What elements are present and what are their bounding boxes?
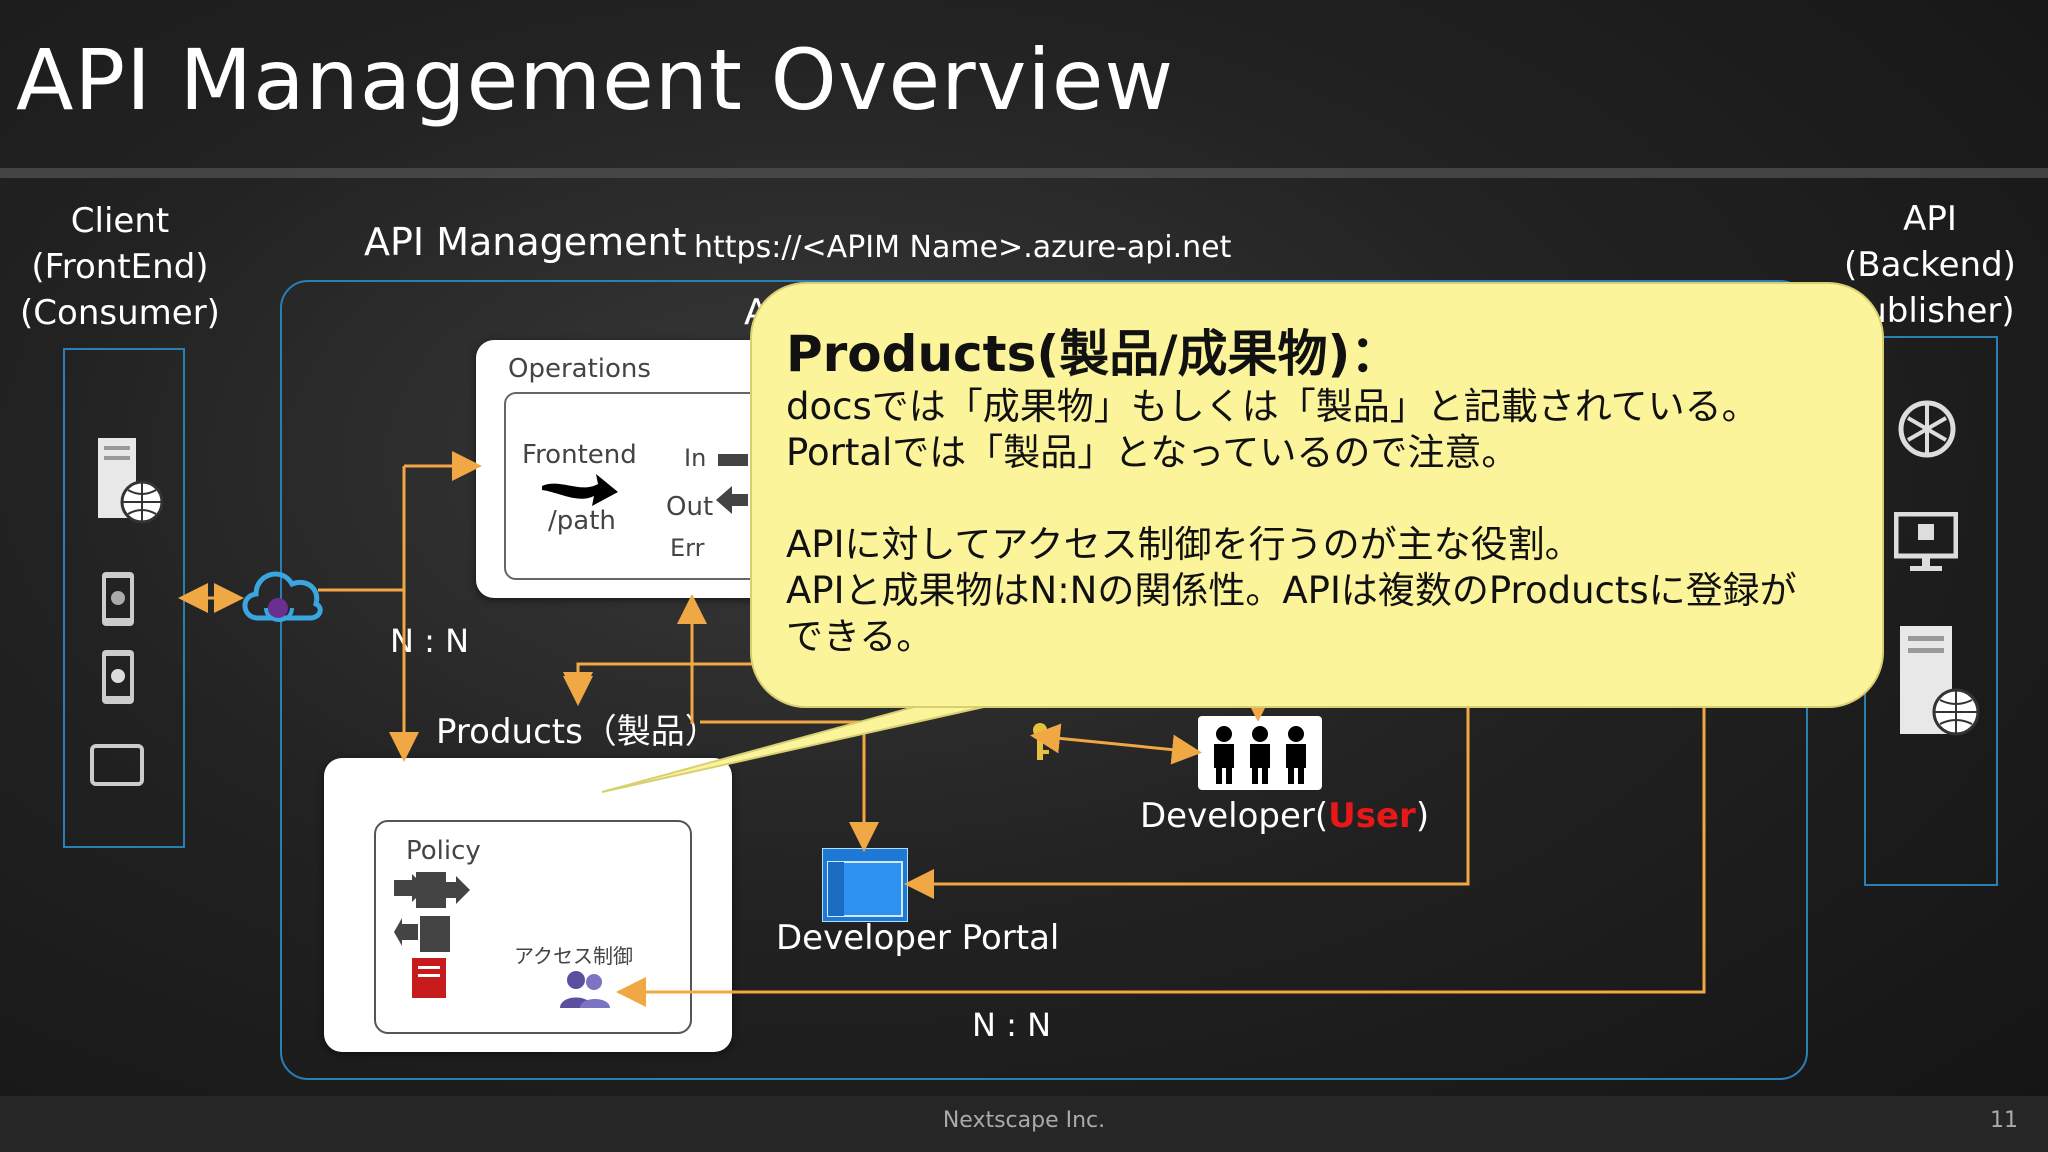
page-number: 11 — [1990, 1108, 2018, 1133]
callout-line-1: docsでは「成果物」もしくは「製品」と記載されている。 — [786, 385, 1759, 428]
footer-company: Nextscape Inc. — [942, 1108, 1106, 1133]
callout-line-4: APIと成果物はN:Nの関係性。APIは複数のProductsに登録が — [786, 569, 1797, 612]
callout-line-3: APIに対してアクセス制御を行うのが主な役割。 — [786, 523, 1582, 566]
callout-line-5: できる。 — [786, 615, 934, 658]
callout-line-2: Portalでは「製品」となっているので注意。 — [786, 431, 1519, 474]
callout-heading: Products(製品/成果物)： — [786, 325, 1401, 383]
callout-tail-cover — [900, 690, 1100, 706]
